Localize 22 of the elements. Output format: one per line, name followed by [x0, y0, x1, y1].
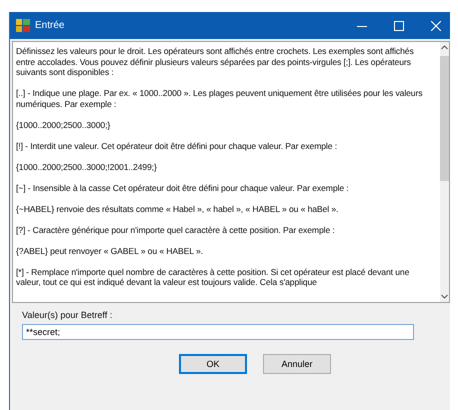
app-icon [16, 19, 30, 32]
help-paragraph: {1000..2000;2500..3000;!2001..2499;} [16, 162, 158, 172]
maximize-icon[interactable] [394, 20, 404, 30]
dialog-button[interactable]: OK [179, 354, 247, 374]
help-paragraph: [~] - Insensible à la casse Cet opérateur doit être défini pour chaque valeur. Par exemple : [16, 182, 350, 193]
scroll-up-icon[interactable] [441, 45, 448, 50]
field-label: Valeur(s) pour Betreff : [22, 310, 114, 320]
help-paragraph: [*] - Remplace n'importe quel nombre de caractères à cette position. Si cet opérateur est placé devant une valeur, tout ce qui est indiqué devant la valeur est toujours valide. Cela s'applique [16, 266, 410, 288]
window-title: Entrée [35, 20, 66, 31]
help-paragraph: Définissez les valeurs pour le droit. Les opérateurs sont affichés entre crochets. Les exemples sont affichés entre accolades. Vous pouvez définir plusieurs valeurs séparées par des points-virgules [;]. Les opérateurs suivants sont disponibles : [16, 46, 415, 78]
help-paragraph: {1000..2000;2500..3000;} [16, 120, 112, 130]
help-paragraph: [?] - Caractère générique pour n'importe quel caractère à cette position. Par exemple : [16, 224, 336, 235]
help-paragraph: {~HABEL} renvoie des résultats comme « Habel », « habel », « HABEL » ou « haBel ». [16, 204, 340, 214]
scroll-thumb[interactable] [440, 56, 449, 181]
close-icon[interactable] [431, 20, 441, 30]
scroll-down-icon[interactable] [441, 294, 448, 299]
help-paragraph: [!] - Interdit une valeur. Cet opérateur doit être défini pour chaque valeur. Par exemple : [16, 140, 338, 151]
dialog-button[interactable]: Annuler [263, 354, 331, 374]
help-paragraph: [..] - Indique une plage. Par ex. « 1000..2000 ». Les plages peuvent uniquement être utilisées pour les valeurs numériques. Par exemple : [16, 88, 424, 109]
help-paragraph: {?ABEL} peut renvoyer « GABEL » ou « HABEL ». [16, 246, 204, 256]
value-input[interactable]: **secret; [22, 324, 414, 340]
scrollbar[interactable] [440, 42, 449, 302]
